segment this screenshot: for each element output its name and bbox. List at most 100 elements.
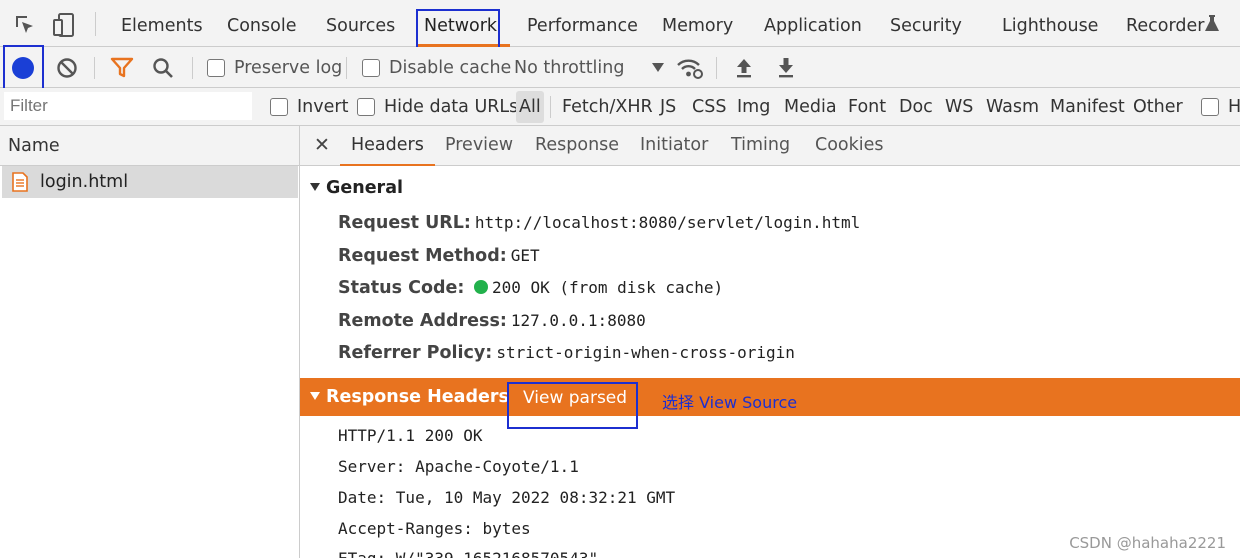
general-section-header[interactable]: General <box>310 178 403 198</box>
import-har-button[interactable] <box>734 47 754 88</box>
hide-data-urls-label: Hide data URLs <box>384 97 519 117</box>
remote-address-value: 127.0.0.1:8080 <box>510 311 646 330</box>
request-url-value: http://localhost:8080/servlet/login.html <box>474 213 861 232</box>
tab-initiator[interactable]: Initiator <box>640 126 708 166</box>
experiment-flask-icon <box>1205 15 1219 33</box>
response-headers-section-header[interactable]: Response Headers View parsed 选择 View Sou… <box>300 378 1240 416</box>
tab-timing[interactable]: Timing <box>731 126 790 166</box>
filter-row: Invert Hide data URLs All Fetch/XHR JS C… <box>0 88 1240 126</box>
toolbar-separator <box>94 57 95 79</box>
disable-cache-label: Disable cache <box>389 57 512 78</box>
download-arrow-icon <box>779 57 793 77</box>
status-code-row: Status Code: 200 OK (from disk cache) <box>338 278 723 298</box>
filter-type-wasm[interactable]: Wasm <box>986 88 1039 126</box>
upload-arrow-icon <box>737 58 751 77</box>
filter-funnel-icon <box>110 57 134 77</box>
hide-data-urls-checkbox[interactable]: Hide data URLs <box>357 88 518 126</box>
tab-headers[interactable]: Headers <box>340 126 435 166</box>
response-header-line: Date: Tue, 10 May 2022 08:32:21 GMT <box>338 488 676 507</box>
filter-type-img[interactable]: Img <box>737 88 770 126</box>
filter-type-manifest[interactable]: Manifest <box>1050 88 1125 126</box>
request-list-pane: Name login.html <box>0 126 300 558</box>
filter-type-ws[interactable]: WS <box>945 88 973 126</box>
request-method-row: Request Method: GET <box>338 246 540 266</box>
response-headers-toggle[interactable]: Response Headers <box>310 387 509 407</box>
annotation-select-view-source: 选择 View Source <box>662 393 798 412</box>
response-header-line: Accept-Ranges: bytes <box>338 519 531 538</box>
request-name: login.html <box>40 172 129 192</box>
status-code-value: 200 OK (from disk cache) <box>491 278 724 297</box>
tab-recorder[interactable]: Recorder <box>1126 0 1204 47</box>
search-button[interactable] <box>152 47 174 88</box>
tab-sources[interactable]: Sources <box>326 0 395 47</box>
device-toolbar-icon[interactable] <box>52 12 78 38</box>
request-method-label: Request Method: <box>338 246 507 266</box>
tab-response[interactable]: Response <box>535 126 619 166</box>
tab-application[interactable]: Application <box>764 0 862 47</box>
filter-type-js[interactable]: JS <box>660 88 676 126</box>
search-icon <box>153 57 173 78</box>
tab-network[interactable]: Network <box>424 0 497 47</box>
filter-type-font[interactable]: Font <box>848 88 886 126</box>
filter-type-doc[interactable]: Doc <box>899 88 933 126</box>
referrer-policy-row: Referrer Policy: strict-origin-when-cross… <box>338 343 795 363</box>
status-code-label: Status Code: <box>338 278 465 298</box>
disable-cache-checkbox[interactable]: Disable cache <box>362 47 511 88</box>
request-method-value: GET <box>510 246 540 265</box>
filter-type-media[interactable]: Media <box>784 88 837 126</box>
filter-toggle-button[interactable] <box>110 47 134 88</box>
filter-input[interactable] <box>4 92 252 120</box>
wifi-settings-icon <box>677 59 703 79</box>
invert-label: Invert <box>297 97 349 117</box>
tab-elements[interactable]: Elements <box>121 0 203 47</box>
tab-memory[interactable]: Memory <box>662 0 733 47</box>
filter-type-all[interactable]: All <box>516 91 544 123</box>
tab-lighthouse[interactable]: Lighthouse <box>1002 0 1098 47</box>
checkbox-box[interactable] <box>357 98 375 116</box>
truncated-filter-label: H <box>1228 97 1240 117</box>
inspect-element-icon[interactable] <box>13 13 37 37</box>
tab-security[interactable]: Security <box>890 0 962 47</box>
document-file-icon <box>12 172 28 192</box>
preserve-log-checkbox[interactable]: Preserve log <box>207 47 342 88</box>
request-row[interactable]: login.html <box>2 166 298 198</box>
checkbox-box[interactable] <box>270 98 288 116</box>
view-parsed-link[interactable]: View parsed <box>523 388 627 408</box>
general-title: General <box>326 178 403 198</box>
remote-address-row: Remote Address: 127.0.0.1:8080 <box>338 311 646 331</box>
tab-cookies[interactable]: Cookies <box>815 126 884 166</box>
clear-button[interactable] <box>56 47 78 88</box>
preserve-log-label: Preserve log <box>234 57 343 78</box>
status-ok-dot-icon <box>473 280 488 294</box>
filter-separator <box>550 96 551 118</box>
tab-performance[interactable]: Performance <box>527 0 638 47</box>
detail-tab-bar: ✕ Headers Preview Response Initiator Tim… <box>300 126 1240 166</box>
toolbar-separator <box>192 57 193 79</box>
csdn-watermark: CSDN @hahaha2221 <box>1069 534 1226 552</box>
record-dot-icon <box>12 56 34 79</box>
filter-type-css[interactable]: CSS <box>692 88 726 126</box>
record-button[interactable] <box>12 47 34 88</box>
response-header-line: HTTP/1.1 200 OK <box>338 426 483 445</box>
filter-type-other[interactable]: Other <box>1133 88 1183 126</box>
devtools-tab-bar: Elements Console Sources Network Perform… <box>0 0 1240 53</box>
close-detail-icon[interactable]: ✕ <box>314 126 330 166</box>
export-har-button[interactable] <box>776 47 796 88</box>
request-url-row: Request URL: http://localhost:8080/servle… <box>338 213 860 233</box>
network-conditions-button[interactable] <box>676 47 704 88</box>
throttling-value: No throttling <box>514 57 625 78</box>
toolbar-separator <box>346 57 347 79</box>
network-toolbar: Preserve log Disable cache No throttling <box>0 45 1240 92</box>
throttling-select[interactable]: No throttling <box>514 47 665 88</box>
checkbox-box[interactable] <box>362 58 380 77</box>
tab-console[interactable]: Console <box>227 0 296 47</box>
filter-type-fetch-xhr[interactable]: Fetch/XHR <box>562 88 653 126</box>
tab-preview[interactable]: Preview <box>445 126 513 166</box>
name-column-header[interactable]: Name <box>0 126 299 166</box>
checkbox-box[interactable] <box>207 58 225 77</box>
has-blocked-cookies-checkbox[interactable]: H <box>1201 88 1240 126</box>
clear-icon <box>57 57 77 78</box>
tab-separator <box>95 12 96 36</box>
checkbox-box[interactable] <box>1201 98 1219 116</box>
invert-checkbox[interactable]: Invert <box>270 88 348 126</box>
